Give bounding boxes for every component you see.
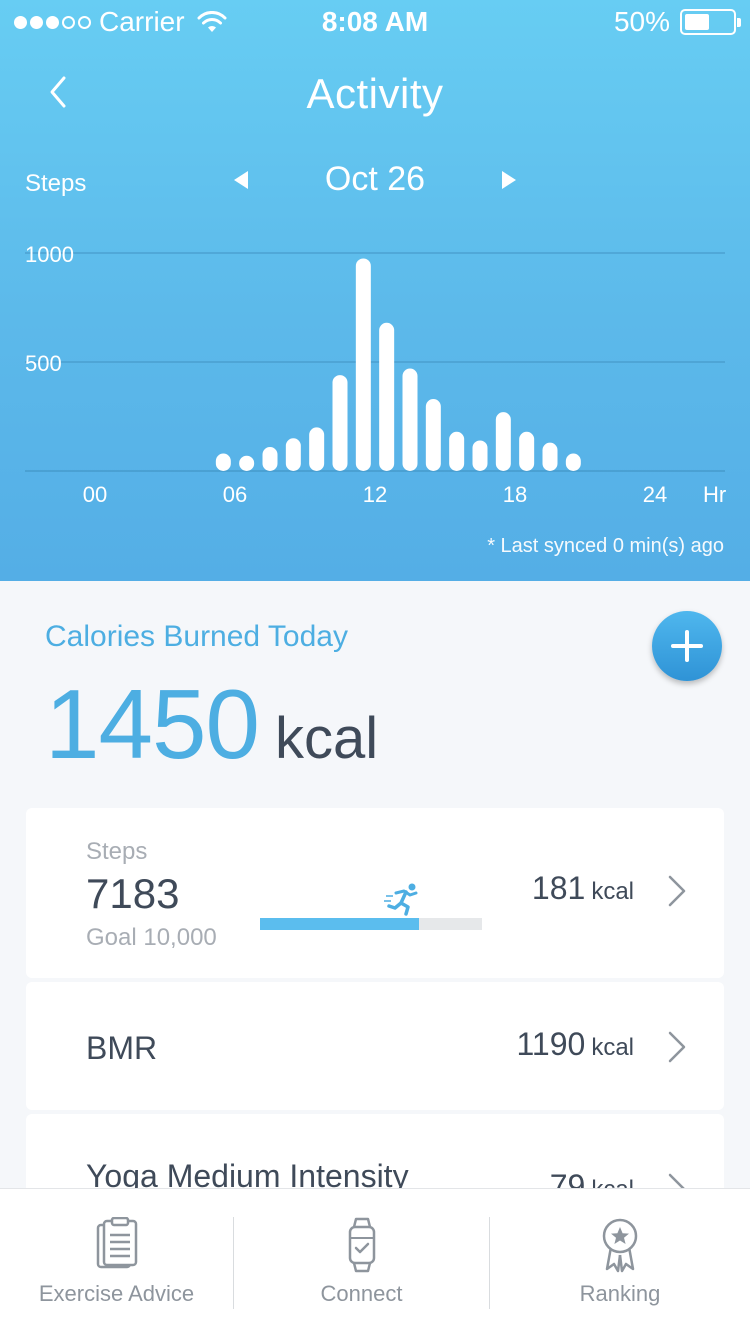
chart-bar xyxy=(379,322,395,471)
tab-label-exercise-advice: Exercise Advice xyxy=(38,1281,195,1306)
page-title: Activity xyxy=(306,70,444,117)
chart-bar xyxy=(449,431,465,471)
chevron-right-icon xyxy=(668,1031,686,1063)
steps-bar-chart: 1000 500 00 06 12 18 24 Hr xyxy=(25,242,726,507)
tab-exercise-advice[interactable]: Exercise Advice xyxy=(0,1189,233,1334)
steps-card[interactable]: Steps 7183 Goal 10,000 181 kcal xyxy=(26,808,724,978)
battery-percent: 50% xyxy=(613,6,670,37)
steps-kcal-unit: kcal xyxy=(591,878,634,905)
x-tick-label: 24 xyxy=(643,482,667,507)
activity-header: Carrier 8:08 AM 50% Activity Steps Oct 2… xyxy=(0,0,750,581)
chart-bar xyxy=(309,427,325,471)
tab-ranking[interactable]: Ranking xyxy=(490,1189,750,1334)
status-bar: Carrier 8:08 AM 50% xyxy=(0,0,750,48)
calories-value: 1450 kcal xyxy=(45,668,378,781)
chart-bar xyxy=(472,440,488,471)
y-tick-label: 500 xyxy=(25,351,62,376)
tab-label-connect: Connect xyxy=(320,1281,403,1306)
bottom-tab-bar: Exercise Advice Connect Ranking xyxy=(0,1188,750,1334)
add-plus-icon-button[interactable] xyxy=(652,611,722,681)
chart-bar xyxy=(495,412,511,471)
triangle-right-icon[interactable] xyxy=(496,166,520,194)
x-tick-label: 18 xyxy=(503,482,527,507)
bmr-card[interactable]: BMR 1190 kcal xyxy=(26,982,724,1110)
steps-progress-fill xyxy=(260,918,420,930)
steps-goal: Goal 10,000 xyxy=(86,924,217,951)
chart-bar xyxy=(542,442,558,471)
watch-icon xyxy=(348,1217,375,1273)
calories-unit: kcal xyxy=(275,706,379,771)
date-navigator: Oct 26 xyxy=(230,158,520,202)
y-tick-label: 1000 xyxy=(25,242,74,267)
chevron-right-icon xyxy=(668,875,686,907)
calories-number: 1450 xyxy=(45,669,260,779)
bmr-kcal-value: 1190 xyxy=(516,1026,586,1062)
bmr-label: BMR xyxy=(86,1030,158,1066)
x-tick-label: 00 xyxy=(83,482,107,507)
chart-bar xyxy=(519,431,535,471)
chart-bar xyxy=(332,375,348,471)
chart-bar xyxy=(239,455,255,471)
x-tick-label: 06 xyxy=(223,482,247,507)
steps-card-label: Steps xyxy=(86,838,148,865)
tab-label-ranking: Ranking xyxy=(579,1281,661,1306)
chart-bar xyxy=(285,438,301,471)
runner-icon xyxy=(384,883,418,916)
tab-connect[interactable]: Connect xyxy=(234,1189,489,1334)
chart-metric-label: Steps xyxy=(25,170,87,197)
x-axis-label: Hr xyxy=(703,482,726,507)
status-right: 50% xyxy=(613,6,741,38)
chart-bar xyxy=(215,453,231,471)
steps-kcal-value: 181 xyxy=(531,870,586,906)
chart-date: Oct 26 xyxy=(324,160,426,198)
clipboard-icon xyxy=(96,1217,137,1269)
steps-count: 7183 xyxy=(86,870,180,917)
chart-bar xyxy=(262,447,278,471)
bmr-kcal-unit: kcal xyxy=(591,1034,634,1061)
chart-bar xyxy=(402,368,418,471)
chart-bar xyxy=(565,453,581,471)
chart-bar xyxy=(355,258,371,471)
sync-note: * Last synced 0 min(s) ago xyxy=(487,535,724,557)
award-ribbon-icon xyxy=(602,1218,638,1273)
steps-kcal: 181 kcal xyxy=(532,870,634,907)
battery-icon xyxy=(680,9,741,35)
steps-progress-bar xyxy=(260,918,482,930)
bmr-kcal: 1190 kcal xyxy=(517,1026,635,1063)
calories-title: Calories Burned Today xyxy=(45,620,348,653)
chart-bar xyxy=(425,399,441,471)
x-tick-label: 12 xyxy=(363,482,387,507)
